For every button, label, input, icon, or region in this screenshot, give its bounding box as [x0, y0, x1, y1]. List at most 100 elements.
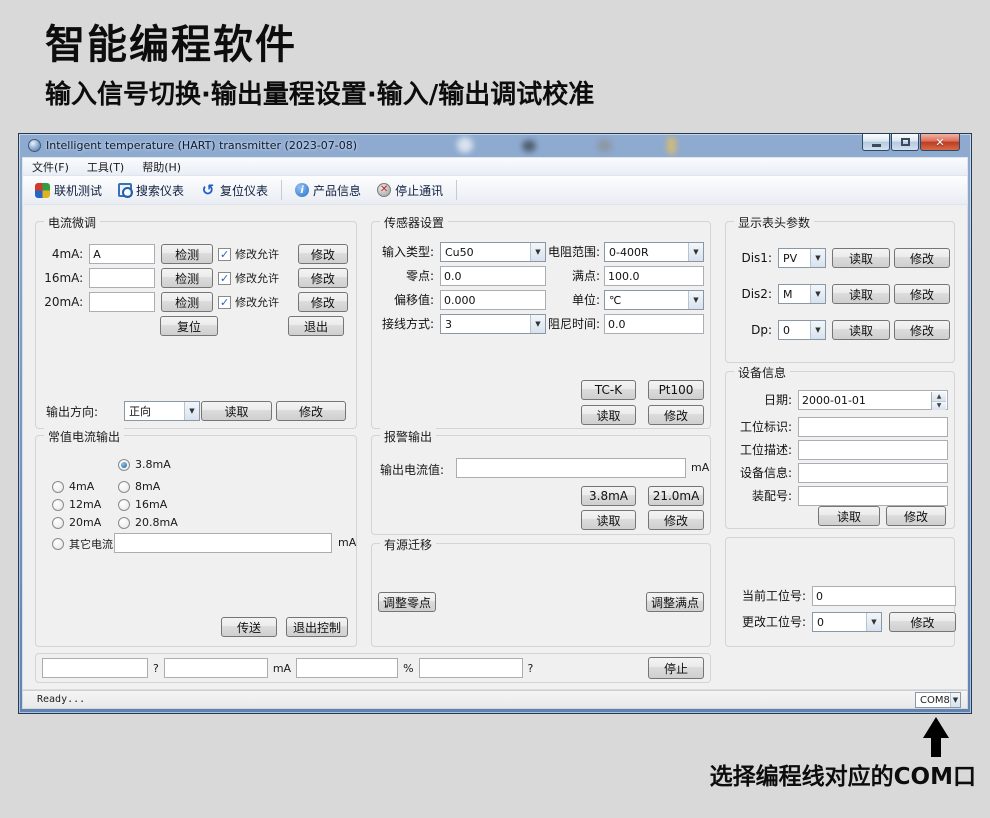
- radio-4ma[interactable]: 4mA: [52, 480, 94, 493]
- trim-20ma-input[interactable]: [89, 292, 155, 312]
- trim-exit-button[interactable]: 退出: [288, 316, 344, 336]
- tck-button[interactable]: TC-K: [581, 380, 636, 400]
- trim-reset-button[interactable]: 复位: [160, 316, 218, 336]
- com-port-select[interactable]: COM8 ▼: [915, 692, 961, 708]
- dis1-modify-button[interactable]: 修改: [894, 248, 950, 268]
- chevron-down-icon: ▼: [810, 249, 825, 267]
- pt100-button[interactable]: Pt100: [648, 380, 704, 400]
- station-tag-input[interactable]: [798, 417, 948, 437]
- input-type-select[interactable]: Cu50 ▼: [440, 242, 546, 262]
- dp-modify-button[interactable]: 修改: [894, 320, 950, 340]
- stop-button[interactable]: 停止: [648, 657, 704, 679]
- radio-8ma[interactable]: 8mA: [118, 480, 160, 493]
- dp-label: Dp:: [734, 320, 772, 340]
- sensor-read-button[interactable]: 读取: [581, 405, 636, 425]
- trim-4ma-allow-checkbox[interactable]: [218, 248, 231, 261]
- trim-20ma-detect-button[interactable]: 检测: [161, 292, 213, 312]
- alarm-read-button[interactable]: 读取: [581, 510, 636, 530]
- assembly-no-input[interactable]: [798, 486, 948, 506]
- date-input[interactable]: 2000-01-01 ▲▼: [798, 390, 948, 410]
- device-modify-button[interactable]: 修改: [886, 506, 946, 526]
- dis2-modify-button[interactable]: 修改: [894, 284, 950, 304]
- alarm-21.0ma-button[interactable]: 21.0mA: [648, 486, 704, 506]
- zero-point-input[interactable]: [440, 266, 546, 286]
- radio-other-current[interactable]: 其它电流: [52, 536, 113, 552]
- monitor-input-4[interactable]: [419, 658, 523, 678]
- dp-read-button[interactable]: 读取: [832, 320, 890, 340]
- minimize-button[interactable]: [862, 134, 890, 151]
- trim-4ma-input[interactable]: [89, 244, 155, 264]
- trim-16ma-detect-button[interactable]: 检测: [161, 268, 213, 288]
- adjust-full-button[interactable]: 调整满点: [646, 592, 704, 612]
- alarm-modify-button[interactable]: 修改: [648, 510, 704, 530]
- trim-16ma-input[interactable]: [89, 268, 155, 288]
- assembly-no-label: 装配号:: [734, 486, 792, 506]
- close-button[interactable]: ✕: [920, 134, 960, 151]
- trim-20ma-allow-checkbox[interactable]: [218, 296, 231, 309]
- exit-control-button[interactable]: 退出控制: [286, 617, 348, 637]
- change-station-select[interactable]: 0 ▼: [812, 612, 882, 632]
- alarm-current-input[interactable]: [456, 458, 686, 478]
- trim-4ma-detect-button[interactable]: 检测: [161, 244, 213, 264]
- dp-select[interactable]: 0 ▼: [778, 320, 826, 340]
- output-direction-select[interactable]: 正向 ▼: [124, 401, 200, 421]
- offset-input[interactable]: [440, 290, 546, 310]
- toolbar-stop-comm-button[interactable]: ✕ 停止通讯: [369, 179, 451, 202]
- radio-3.8ma[interactable]: 3.8mA: [118, 458, 171, 471]
- station-modify-button[interactable]: 修改: [889, 612, 956, 632]
- panel-sensor-settings-title: 传感器设置: [380, 214, 448, 231]
- current-station-input[interactable]: [812, 586, 956, 606]
- send-button[interactable]: 传送: [221, 617, 277, 637]
- adjust-zero-button[interactable]: 调整零点: [378, 592, 436, 612]
- device-info-input[interactable]: [798, 463, 948, 483]
- radio-8ma-label: 8mA: [135, 480, 160, 493]
- unit-select[interactable]: ℃ ▼: [604, 290, 704, 310]
- menu-file[interactable]: 文件(F): [23, 159, 78, 175]
- toolbar-search-meter-button[interactable]: 搜索仪表: [110, 179, 192, 202]
- chevron-down-icon: ▼: [688, 291, 703, 309]
- dis1-read-button[interactable]: 读取: [832, 248, 890, 268]
- monitor-input-3[interactable]: [296, 658, 398, 678]
- station-tag-label: 工位标识:: [734, 417, 792, 437]
- menu-tools[interactable]: 工具(T): [78, 159, 133, 175]
- wiring-mode-select[interactable]: 3 ▼: [440, 314, 546, 334]
- direction-read-button[interactable]: 读取: [201, 401, 272, 421]
- toolbar-separator: [281, 180, 282, 200]
- radio-20.8ma[interactable]: 20.8mA: [118, 516, 178, 529]
- direction-modify-button[interactable]: 修改: [276, 401, 346, 421]
- toolbar-product-info-button[interactable]: i 产品信息: [287, 179, 369, 202]
- device-read-button[interactable]: 读取: [818, 506, 880, 526]
- sensor-row-wiring-damping: 接线方式: 3 ▼ 阻尼时间:: [380, 314, 702, 334]
- full-point-input[interactable]: [604, 266, 704, 286]
- dis1-select[interactable]: PV ▼: [778, 248, 826, 268]
- titlebar-blur-decoration: [597, 139, 612, 152]
- toolbar-online-test-button[interactable]: 联机测试: [27, 179, 110, 202]
- alarm-current-label: 输出电流值:: [380, 461, 444, 478]
- trim-20ma-modify-button[interactable]: 修改: [298, 292, 348, 312]
- monitor-input-2[interactable]: [164, 658, 268, 678]
- radio-16ma[interactable]: 16mA: [118, 498, 167, 511]
- alarm-3.8ma-button[interactable]: 3.8mA: [581, 486, 636, 506]
- trim-16ma-modify-button[interactable]: 修改: [298, 268, 348, 288]
- menu-help[interactable]: 帮助(H): [133, 159, 190, 175]
- other-current-input[interactable]: [114, 533, 332, 553]
- dis2-read-button[interactable]: 读取: [832, 284, 890, 304]
- radio-20ma[interactable]: 20mA: [52, 516, 101, 529]
- resistance-range-select[interactable]: 0-400R ▼: [604, 242, 704, 262]
- titlebar[interactable]: Intelligent temperature (HART) transmitt…: [22, 134, 968, 157]
- dis2-select[interactable]: M ▼: [778, 284, 826, 304]
- station-desc-input[interactable]: [798, 440, 948, 460]
- output-direction-row: 输出方向: 正向 ▼ 读取 修改: [44, 401, 348, 421]
- damping-time-input[interactable]: [604, 314, 704, 334]
- page-subtitle: 输入信号切换·输出量程设置·输入/输出调试校准: [45, 74, 594, 111]
- date-spinner[interactable]: ▲▼: [931, 392, 946, 410]
- client-area: 电流微调 4mA: 检测 修改允许 修改 16mA: 检测 修改允许: [22, 205, 968, 690]
- sensor-modify-button[interactable]: 修改: [648, 405, 704, 425]
- maximize-button[interactable]: [891, 134, 919, 151]
- trim-16ma-allow-checkbox[interactable]: [218, 272, 231, 285]
- trim-4ma-modify-button[interactable]: 修改: [298, 244, 348, 264]
- radio-icon: [52, 538, 64, 550]
- radio-12ma[interactable]: 12mA: [52, 498, 101, 511]
- monitor-input-1[interactable]: [42, 658, 148, 678]
- toolbar-reset-meter-button[interactable]: ↺ 复位仪表: [192, 179, 276, 202]
